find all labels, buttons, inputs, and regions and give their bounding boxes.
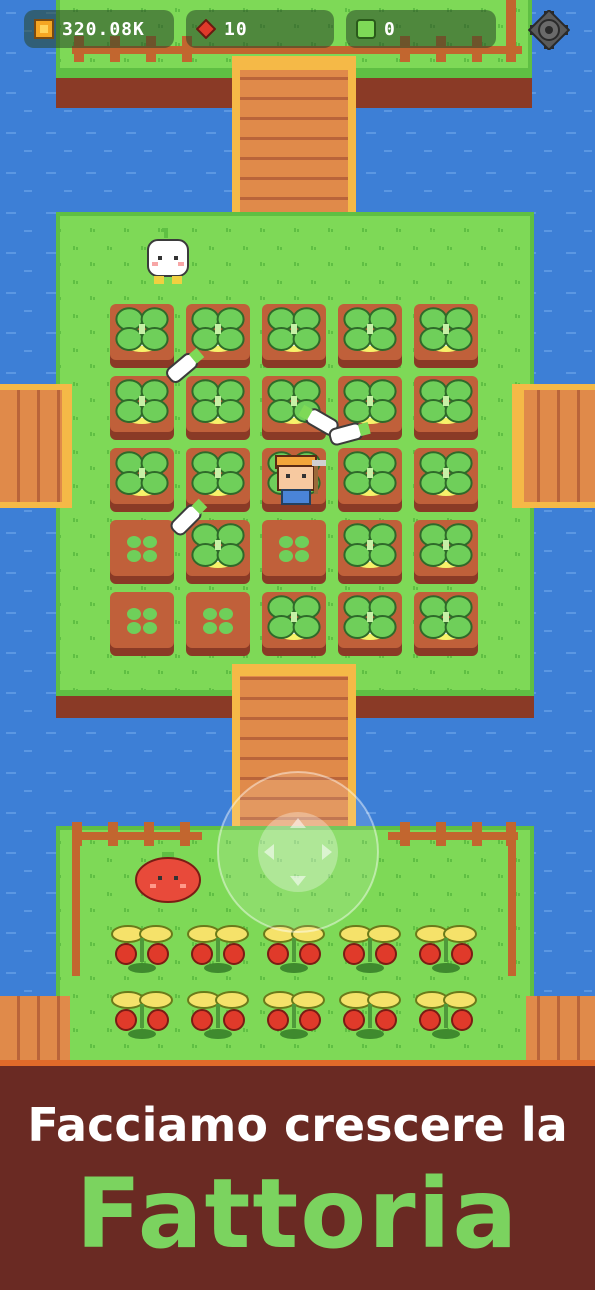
turnip-plot-grown[interactable] bbox=[186, 376, 250, 440]
turnip-plot-sprout[interactable] bbox=[262, 520, 326, 584]
turnip-plot-grown[interactable] bbox=[110, 376, 174, 440]
game-scene[interactable]: 320.08K 10 0 bbox=[0, 0, 595, 1060]
virtual-joystick[interactable] bbox=[217, 771, 379, 933]
coin-counter: 320.08K bbox=[24, 10, 174, 48]
left-bridge bbox=[0, 384, 72, 508]
red-gem-icon bbox=[196, 19, 216, 39]
ticket-counter: 0 bbox=[346, 10, 496, 48]
turnip-plot-grown[interactable] bbox=[262, 592, 326, 656]
turnip-plot-sprout[interactable] bbox=[110, 592, 174, 656]
turnip-plot-grown[interactable] bbox=[262, 304, 326, 368]
turnip-plot-grown[interactable] bbox=[110, 448, 174, 512]
turnip-plot-grown[interactable] bbox=[262, 376, 326, 440]
turnip-plot-grown[interactable] bbox=[186, 520, 250, 584]
turnip-plot-grown[interactable] bbox=[338, 448, 402, 512]
top-bridge bbox=[232, 56, 356, 236]
coin-value: 320.08K bbox=[62, 18, 145, 40]
gear-icon[interactable] bbox=[528, 10, 570, 50]
turnip-plot-grown[interactable] bbox=[414, 520, 478, 584]
green-ticket-icon bbox=[356, 19, 376, 39]
promo-banner: Facciamo crescere la Fattoria bbox=[0, 1060, 595, 1290]
turnip-plot-grown[interactable] bbox=[414, 376, 478, 440]
coin-icon bbox=[34, 19, 54, 39]
ticket-value: 0 bbox=[384, 18, 396, 40]
hud: 320.08K 10 0 bbox=[0, 0, 595, 60]
game-world[interactable] bbox=[0, 0, 595, 1060]
gem-value: 10 bbox=[224, 18, 248, 40]
banner-subtitle: Facciamo crescere la bbox=[27, 1098, 568, 1152]
turnip-plot-grown[interactable] bbox=[414, 304, 478, 368]
turnip-plot-grown[interactable] bbox=[414, 592, 478, 656]
turnip-plot-sprout[interactable] bbox=[110, 520, 174, 584]
banner-title: Fattoria bbox=[75, 1158, 520, 1270]
turnip-plot-sprout[interactable] bbox=[186, 592, 250, 656]
turnip-plot-grown[interactable] bbox=[338, 592, 402, 656]
gem-counter: 10 bbox=[186, 10, 334, 48]
right-bridge bbox=[512, 384, 595, 508]
turnip-plot-grown[interactable] bbox=[338, 520, 402, 584]
turnip-plot-grown[interactable] bbox=[110, 304, 174, 368]
turnip-plot-grown[interactable] bbox=[414, 448, 478, 512]
turnip-plot-grown[interactable] bbox=[338, 304, 402, 368]
